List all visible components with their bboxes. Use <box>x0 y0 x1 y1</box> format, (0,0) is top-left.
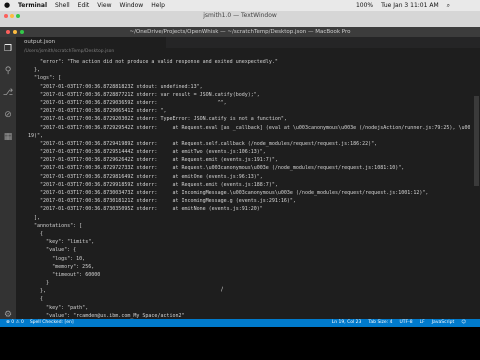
code-line[interactable]: "timeout": 60000 <box>28 271 470 279</box>
extensions-icon[interactable]: ▦ <box>0 127 16 147</box>
code-line[interactable]: "logs": [ <box>28 74 470 82</box>
code-line[interactable]: "2017-01-03T17:00:36.872941989Z stderr: … <box>28 140 470 148</box>
code-line[interactable]: "2017-01-03T17:00:36.872881823Z stdout: … <box>28 83 470 91</box>
code-line[interactable]: "key": "path", <box>28 304 470 312</box>
code-line[interactable]: "2017-01-03T17:00:36.873035095Z stderr: … <box>28 205 470 213</box>
code-line[interactable]: "2017-01-03T17:00:36.873018121Z stderr: … <box>28 197 470 205</box>
search-view-icon[interactable]: ⚲ <box>0 61 16 81</box>
code-line[interactable]: { <box>28 230 470 238</box>
vscode-window-controls <box>6 30 24 34</box>
code-content[interactable]: "error": "The action did not produce a v… <box>28 58 470 319</box>
encoding[interactable]: UTF-8 <box>400 319 413 327</box>
code-line[interactable]: "annotations": [ <box>28 222 470 230</box>
activity-bar: ❐ ⚲ ⎇ ⊘ ▦ ⚙ <box>0 37 16 327</box>
code-line[interactable]: "value": { <box>28 246 470 254</box>
apple-menu-icon[interactable]: ● <box>0 0 14 11</box>
menu-app-terminal[interactable]: Terminal <box>14 0 51 11</box>
vscode-zoom-button[interactable] <box>20 30 24 34</box>
code-line[interactable]: "2017-01-03T17:00:36.872972733Z stderr: … <box>28 164 470 172</box>
code-line[interactable]: "2017-01-03T17:00:36.873003473Z stderr: … <box>28 189 470 197</box>
code-line[interactable]: "2017-01-03T17:00:36.872920302Z stderr: … <box>28 115 470 123</box>
macos-menubar: ● Terminal Shell Edit View Window Help 1… <box>0 0 480 11</box>
letterbox <box>0 327 480 360</box>
editor-tabbar: output.json /Users/jsmith/scratchTemp/De… <box>16 37 480 56</box>
code-line[interactable]: ], <box>28 214 470 222</box>
code-line[interactable]: "2017-01-03T17:00:36.872887721Z stderr: … <box>28 91 470 99</box>
mouse-cursor-icon: ∕ <box>221 286 224 293</box>
cursor-position[interactable]: Ln 19, Col 23 <box>332 319 362 327</box>
code-line[interactable]: "value": "rcamden@us.ibm.com_My Space/ac… <box>28 312 470 319</box>
screen: ● Terminal Shell Edit View Window Help 1… <box>0 0 480 360</box>
scroll-thumb[interactable] <box>474 96 479 186</box>
code-editor[interactable]: "error": "The action did not produce a v… <box>16 56 480 319</box>
spell-check-status[interactable]: Spell Checked: [en] <box>30 319 74 327</box>
breadcrumb: /Users/jsmith/scratchTemp/Desktop.json <box>16 48 480 56</box>
code-line[interactable]: }, <box>28 287 470 295</box>
problems-count[interactable]: ⊗ 0 ⚠ 0 <box>6 319 24 327</box>
status-bar: ⊗ 0 ⚠ 0 Spell Checked: [en] Ln 19, Col 2… <box>0 319 480 327</box>
menu-shell[interactable]: Shell <box>51 0 74 11</box>
code-line[interactable]: { <box>28 295 470 303</box>
menu-help[interactable]: Help <box>147 0 169 11</box>
code-line[interactable]: "error": "The action did not produce a v… <box>28 58 470 66</box>
code-line[interactable]: "logs": 10, <box>28 255 470 263</box>
vscode-close-button[interactable] <box>6 30 10 34</box>
debug-icon[interactable]: ⊘ <box>0 105 16 125</box>
code-line[interactable]: "2017-01-03T17:00:36.872929542Z stderr: … <box>28 124 470 132</box>
vscode-window-title: ~/OneDrive/Projects/OpenWhisk — ~/scratc… <box>129 29 351 35</box>
menu-view[interactable]: View <box>93 0 115 11</box>
code-line[interactable]: 19)", <box>28 132 470 140</box>
language-mode[interactable]: JavaScript <box>432 319 455 327</box>
code-line[interactable]: "memory": 256, <box>28 263 470 271</box>
code-line[interactable]: "2017-01-03T17:00:36.872981649Z stderr: … <box>28 173 470 181</box>
menu-window[interactable]: Window <box>116 0 148 11</box>
tab-size[interactable]: Tab Size: 4 <box>368 319 392 327</box>
vscode-minimize-button[interactable] <box>13 30 17 34</box>
clock[interactable]: Tue Jan 3 11:01 AM <box>377 0 443 11</box>
code-line[interactable]: "2017-01-03T17:00:36.872991859Z stderr: … <box>28 181 470 189</box>
search-icon[interactable]: ⌕ <box>443 0 454 11</box>
code-line[interactable]: } <box>28 279 470 287</box>
code-line[interactable]: "2017-01-03T17:00:36.872903659Z stderr: … <box>28 99 470 107</box>
code-line[interactable]: "2017-01-03T17:00:36.872906541Z stderr: … <box>28 107 470 115</box>
source-control-icon[interactable]: ⎇ <box>0 83 16 103</box>
feedback-icon[interactable]: ☺ <box>461 319 466 327</box>
code-line[interactable]: "2017-01-03T17:00:36.872951444Z stderr: … <box>28 148 470 156</box>
code-line[interactable]: }, <box>28 66 470 74</box>
battery-status[interactable]: 100% <box>352 0 377 11</box>
code-line[interactable]: "key": "limits", <box>28 238 470 246</box>
vscode-titlebar: ~/OneDrive/Projects/OpenWhisk — ~/scratc… <box>0 27 480 37</box>
code-line[interactable]: "2017-01-03T17:00:36.872962642Z stderr: … <box>28 156 470 164</box>
explorer-icon[interactable]: ❐ <box>0 39 16 59</box>
terminal-title: jsmith1.0 — TextWindow <box>203 12 277 19</box>
vertical-scrollbar[interactable] <box>472 56 480 319</box>
menu-edit[interactable]: Edit <box>74 0 94 11</box>
line-ending[interactable]: LF <box>420 319 425 327</box>
tab-output-json[interactable]: output.json <box>16 37 166 48</box>
